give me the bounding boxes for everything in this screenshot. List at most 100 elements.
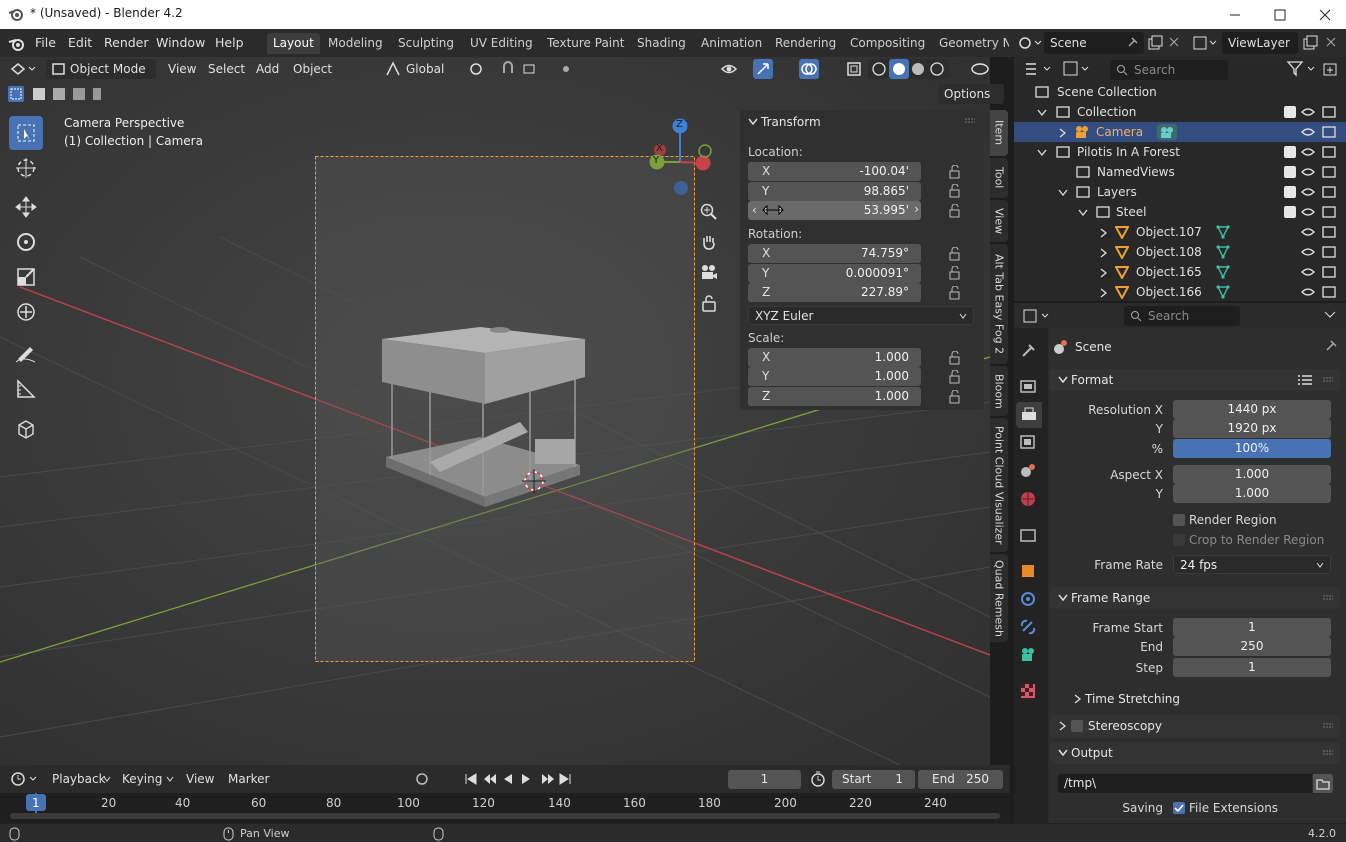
snapping-tools[interactable]: [466, 61, 576, 77]
pin-icon[interactable]: [1324, 339, 1338, 353]
outliner-row-object-166[interactable]: Object.166: [1014, 282, 1346, 302]
expand-chevron-icon[interactable]: [1100, 248, 1108, 258]
menu-select[interactable]: Select: [202, 59, 251, 79]
resolution-percent-slider[interactable]: 100%: [1173, 439, 1331, 458]
shading-icons[interactable]: [868, 59, 950, 79]
stopwatch-icon[interactable]: [810, 771, 826, 787]
menu-keying[interactable]: Keying: [116, 769, 168, 789]
lock-icon[interactable]: [948, 184, 962, 198]
object-properties-icon[interactable]: [1019, 562, 1037, 580]
outliner-search-input[interactable]: Search: [1110, 60, 1228, 80]
menu-marker[interactable]: Marker: [222, 769, 275, 789]
output-properties-tab[interactable]: [1016, 402, 1042, 428]
scene-selector-icon[interactable]: [1018, 36, 1042, 50]
frame-start-timeline-field[interactable]: Start 1: [832, 770, 915, 789]
lock-icon[interactable]: [948, 351, 962, 365]
drag-handle-icon[interactable]: [1322, 595, 1334, 601]
scale-tool[interactable]: [9, 260, 43, 294]
stereoscopy-panel-header[interactable]: Stereoscopy: [1050, 715, 1340, 737]
outliner-row-pilotis[interactable]: Pilotis In A Forest: [1014, 142, 1346, 162]
annotate-tool[interactable]: [9, 336, 43, 370]
scale-x-field[interactable]: X 1.000: [748, 348, 921, 367]
gizmo-toggle-button[interactable]: [753, 59, 773, 79]
location-z-field[interactable]: ‹ 53.995' ›: [748, 201, 921, 220]
tab-texture-paint[interactable]: Texture Paint: [541, 33, 630, 54]
select-mode-buttons[interactable]: [7, 85, 103, 103]
properties-search-input[interactable]: Search: [1124, 306, 1240, 326]
outliner-row-steel[interactable]: Steel: [1014, 202, 1346, 222]
view-layer-selector-icon[interactable]: [1192, 36, 1218, 50]
tab-layout[interactable]: Layout: [267, 33, 320, 54]
output-path-input[interactable]: /tmp\: [1058, 774, 1312, 793]
drag-handle-icon[interactable]: [964, 118, 976, 124]
frame-rate-dropdown[interactable]: 24 fps: [1173, 555, 1331, 574]
cursor-tool[interactable]: [9, 151, 43, 185]
close-window-button[interactable]: [1302, 0, 1346, 29]
location-y-field[interactable]: Y 98.865': [748, 182, 921, 201]
menu-add[interactable]: Add: [250, 59, 285, 79]
display-mode-icon[interactable]: [1062, 60, 1092, 78]
time-stretching-subpanel[interactable]: Time Stretching: [1070, 689, 1340, 709]
filter-icon[interactable]: [1286, 60, 1318, 78]
pin-icon[interactable]: [1125, 36, 1139, 50]
select-box-tool[interactable]: [9, 116, 43, 150]
rotation-x-field[interactable]: X 74.759°: [748, 244, 921, 263]
timeline-editor-type-icon[interactable]: [10, 771, 40, 787]
measure-tool[interactable]: [9, 372, 43, 406]
menu-playback[interactable]: Playback: [46, 769, 112, 789]
render-region-checkbox[interactable]: [1173, 514, 1185, 526]
tab-sculpting[interactable]: Sculpting: [392, 33, 460, 54]
delete-view-layer-icon[interactable]: [1326, 37, 1336, 47]
aspect-x-field[interactable]: 1.000: [1173, 465, 1331, 484]
maximize-button[interactable]: [1257, 0, 1303, 29]
rotation-z-field[interactable]: Z 227.89°: [748, 283, 921, 302]
resolution-x-field[interactable]: 1440 px: [1173, 400, 1331, 419]
visibility-toggles[interactable]: [1300, 106, 1342, 302]
options-dropdown[interactable]: Options: [938, 84, 1004, 104]
frame-range-panel-header[interactable]: Frame Range: [1050, 587, 1340, 609]
properties-editor-type-icon[interactable]: [1022, 308, 1052, 324]
lock-camera-icon[interactable]: [701, 294, 717, 312]
rotation-mode-dropdown[interactable]: XYZ Euler: [748, 306, 974, 325]
timeline-scrollbar[interactable]: [10, 813, 1000, 819]
current-frame-field[interactable]: 1: [728, 770, 801, 789]
lock-icon[interactable]: [948, 165, 962, 179]
resolution-y-field[interactable]: 1920 px: [1173, 419, 1331, 438]
include-checkbox[interactable]: [1284, 146, 1296, 158]
expand-chevron-icon[interactable]: [1100, 228, 1108, 238]
camera-view-icon[interactable]: [700, 263, 718, 281]
outliner-row-scene-collection[interactable]: Scene Collection: [1014, 82, 1346, 102]
scale-z-field[interactable]: Z 1.000: [748, 387, 921, 406]
minimize-button[interactable]: [1212, 0, 1258, 29]
tab-animation[interactable]: Animation: [695, 33, 768, 54]
camera-data-icon[interactable]: [1157, 124, 1177, 140]
visibility-icon[interactable]: [720, 60, 748, 78]
browse-folder-button[interactable]: [1313, 774, 1333, 793]
menu-file[interactable]: File: [35, 35, 56, 50]
xray-icon[interactable]: [845, 60, 863, 78]
tab-geometry-nodes[interactable]: Geometry No: [933, 33, 1009, 54]
collection-properties-icon[interactable]: [1019, 526, 1037, 544]
stereoscopy-checkbox[interactable]: [1071, 720, 1083, 732]
hand-pan-icon[interactable]: [700, 233, 718, 251]
menu-edit[interactable]: Edit: [68, 35, 92, 50]
outliner-row-collection[interactable]: Collection: [1014, 102, 1346, 122]
new-scene-icon[interactable]: [1147, 35, 1163, 51]
expand-chevron-icon[interactable]: [1059, 128, 1067, 138]
outliner-row-namedviews[interactable]: NamedViews: [1014, 162, 1346, 182]
include-checkbox[interactable]: [1284, 186, 1296, 198]
blender-menu-icon[interactable]: [8, 36, 26, 51]
scene-properties-icon[interactable]: [1019, 462, 1037, 480]
tab-view[interactable]: View: [990, 200, 1008, 242]
crop-region-checkbox[interactable]: [1173, 534, 1185, 546]
view-layer-field[interactable]: ViewLayer: [1222, 32, 1298, 54]
drag-handle-icon[interactable]: [1322, 723, 1334, 729]
new-view-layer-icon[interactable]: [1302, 35, 1318, 51]
include-checkbox[interactable]: [1284, 166, 1296, 178]
rotate-tool[interactable]: [9, 225, 43, 259]
mesh-data-icon[interactable]: [1216, 285, 1230, 299]
scale-y-field[interactable]: Y 1.000: [748, 367, 921, 386]
menu-view[interactable]: View: [162, 59, 202, 79]
expand-chevron-icon[interactable]: [1037, 149, 1047, 156]
collapse-chevron-icon[interactable]: [748, 118, 758, 126]
